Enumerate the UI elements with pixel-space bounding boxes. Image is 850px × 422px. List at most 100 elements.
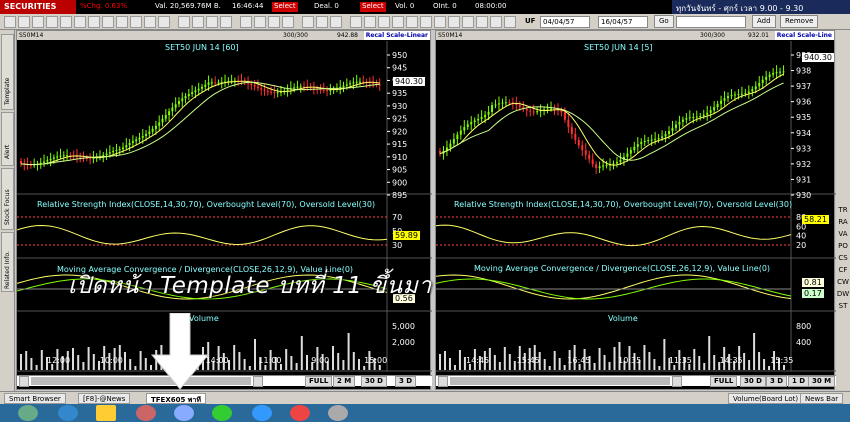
side-letter-cf[interactable]: CF xyxy=(836,266,850,274)
tool-icon-12[interactable] xyxy=(158,16,170,28)
tool-icon-28[interactable] xyxy=(406,16,418,28)
side-letter-va[interactable]: VA xyxy=(836,230,850,238)
taskbar-app-icon-3[interactable] xyxy=(136,405,156,421)
left-nav-bar: FULL 2 M 30 D 3 D xyxy=(17,375,432,387)
tool-icon-21[interactable] xyxy=(302,16,314,28)
left-chart-panel[interactable]: S50M14 300/300 942.88 Recal Scale-Linear… xyxy=(16,30,432,390)
side-letter-tr[interactable]: TR xyxy=(836,206,850,214)
right-scroll-left[interactable] xyxy=(438,376,448,387)
tool-icon-24[interactable] xyxy=(350,16,362,28)
right-nav-30d[interactable]: 30 D xyxy=(740,376,766,387)
tool-icon-14[interactable] xyxy=(192,16,204,28)
tab-smart-browser[interactable]: Smart Browser xyxy=(4,393,66,404)
candle-body xyxy=(546,108,549,110)
left-scrollbar[interactable] xyxy=(31,377,251,385)
tool-icon-26[interactable] xyxy=(378,16,390,28)
line-app-icon[interactable] xyxy=(212,405,232,421)
taskbar-app-icon-4[interactable] xyxy=(174,405,194,421)
tool-icon-34[interactable] xyxy=(490,16,502,28)
right-scrollbar[interactable] xyxy=(450,377,670,385)
chrome-icon[interactable] xyxy=(290,405,310,421)
tool-icon-31[interactable] xyxy=(448,16,460,28)
right-nav-30m[interactable]: 30 M xyxy=(808,376,836,387)
volume-bar xyxy=(548,366,551,370)
go-button[interactable]: Go xyxy=(654,15,674,28)
price-tick-label: 930 xyxy=(392,102,407,111)
x-time-label: 16:45 xyxy=(567,356,590,365)
left-scroll-left[interactable] xyxy=(19,376,29,387)
tool-icon-11[interactable] xyxy=(144,16,156,28)
left-nav-full[interactable]: FULL xyxy=(305,376,333,387)
taskbar-app-icon-5[interactable] xyxy=(328,405,348,421)
tool-icon-7[interactable] xyxy=(88,16,100,28)
tool-icon-3[interactable] xyxy=(32,16,44,28)
left-scroll-right[interactable] xyxy=(253,376,263,387)
candle-body xyxy=(491,105,494,112)
tool-icon-1[interactable] xyxy=(4,16,16,28)
remove-button[interactable]: Remove xyxy=(780,15,819,28)
volume-board-lot[interactable]: Volume(Board Lot) xyxy=(728,393,804,404)
select-button-2[interactable]: Select xyxy=(360,2,386,12)
tool-icon-8[interactable] xyxy=(102,16,114,28)
tool-icon-18[interactable] xyxy=(254,16,266,28)
tool-icon-23[interactable] xyxy=(330,16,342,28)
tool-icon-33[interactable] xyxy=(476,16,488,28)
tab-tfex[interactable]: TFEX605 พาที xyxy=(146,393,206,404)
taskbar-app-icon-2[interactable] xyxy=(58,405,78,421)
tab-news[interactable]: [F8]-@News xyxy=(78,393,131,404)
right-scroll-right[interactable] xyxy=(672,376,682,387)
side-letter-ra[interactable]: RA xyxy=(836,218,850,226)
volume-bar xyxy=(285,349,288,370)
side-tab-related-info[interactable]: Related Info. xyxy=(1,232,14,292)
side-tab-alert[interactable]: Alert xyxy=(1,112,14,166)
tool-icon-25[interactable] xyxy=(364,16,376,28)
left-nav-2m[interactable]: 2 M xyxy=(333,376,356,387)
volume-bar xyxy=(134,366,137,370)
right-chart-panel[interactable]: S50M14 300/300 932.01 Recal Scale-Line S… xyxy=(435,30,836,390)
tool-icon-35[interactable] xyxy=(504,16,516,28)
tool-icon-6[interactable] xyxy=(74,16,86,28)
tool-icon-10[interactable] xyxy=(130,16,142,28)
right-macd-title: Moving Average Convergence / Divergence(… xyxy=(474,264,771,273)
tool-icon-30[interactable] xyxy=(434,16,446,28)
left-nav-3d[interactable]: 3 D xyxy=(395,376,417,387)
candle-body xyxy=(720,100,723,104)
tool-icon-20[interactable] xyxy=(282,16,294,28)
taskbar-app-icon-1[interactable] xyxy=(18,405,38,421)
date-from-input[interactable]: 04/04/57 xyxy=(540,16,590,28)
select-button-1[interactable]: Select xyxy=(272,2,298,12)
tool-icon-9[interactable] xyxy=(116,16,128,28)
volume-bar xyxy=(763,359,766,370)
candle-body xyxy=(602,165,605,167)
news-bar-button[interactable]: News Bar xyxy=(800,393,844,404)
tool-icon-5[interactable] xyxy=(60,16,72,28)
side-letter-cs[interactable]: CS xyxy=(836,254,850,262)
tool-icon-15[interactable] xyxy=(206,16,218,28)
tool-icon-19[interactable] xyxy=(268,16,280,28)
browser-icon[interactable] xyxy=(252,405,272,421)
left-nav-30d[interactable]: 30 D xyxy=(361,376,387,387)
tool-icon-29[interactable] xyxy=(420,16,432,28)
side-letter-cw[interactable]: CW xyxy=(836,278,850,286)
side-letter-dw[interactable]: DW xyxy=(836,290,850,298)
folder-icon[interactable] xyxy=(96,405,116,421)
tool-icon-32[interactable] xyxy=(462,16,474,28)
tool-icon-27[interactable] xyxy=(392,16,404,28)
side-tab-template[interactable]: Template xyxy=(1,34,14,110)
side-letter-po[interactable]: PO xyxy=(836,242,850,250)
tool-icon-2[interactable] xyxy=(18,16,30,28)
right-nav-full[interactable]: FULL xyxy=(710,376,738,387)
add-button[interactable]: Add xyxy=(752,15,776,28)
tool-icon-4[interactable] xyxy=(46,16,58,28)
tool-icon-17[interactable] xyxy=(240,16,252,28)
side-letter-st[interactable]: ST xyxy=(836,302,850,310)
symbol-input[interactable] xyxy=(676,16,746,28)
right-nav-3d[interactable]: 3 D xyxy=(766,376,788,387)
right-nav-1d[interactable]: 1 D xyxy=(788,376,810,387)
side-tab-stock-focus[interactable]: Stock Focus xyxy=(1,168,14,230)
tool-icon-22[interactable] xyxy=(316,16,328,28)
tool-icon-13[interactable] xyxy=(178,16,190,28)
candle-body xyxy=(536,111,539,113)
date-to-input[interactable]: 16/04/57 xyxy=(598,16,648,28)
tool-icon-16[interactable] xyxy=(220,16,232,28)
